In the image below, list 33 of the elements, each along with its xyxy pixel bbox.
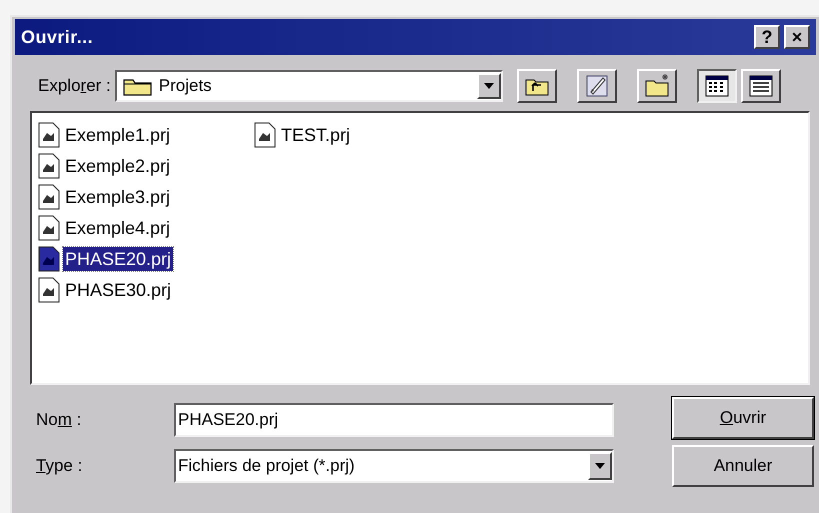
- file-type-dropdown[interactable]: Fichiers de projet (*.prj): [174, 449, 614, 483]
- file-item[interactable]: Exemple2.prj: [63, 154, 172, 178]
- file-item[interactable]: PHASE20.prj: [63, 246, 174, 270]
- file-item[interactable]: Exemple3.prj: [63, 184, 172, 208]
- look-in-dropdown[interactable]: Projets: [114, 70, 503, 102]
- file-item[interactable]: Exemple1.prj: [63, 122, 172, 146]
- file-item[interactable]: PHASE30.prj: [63, 278, 174, 302]
- up-folder-button[interactable]: [516, 69, 557, 103]
- help-button[interactable]: ?: [754, 25, 780, 49]
- new-folder-button[interactable]: [636, 69, 677, 103]
- window-title: Ouvrir...: [21, 26, 94, 48]
- file-item[interactable]: Exemple4.prj: [63, 216, 172, 240]
- document-icon: [254, 122, 276, 148]
- document-icon: [38, 276, 60, 302]
- file-name-value: PHASE20.prj: [178, 409, 280, 432]
- open-button[interactable]: Ouvrir: [672, 397, 814, 439]
- document-icon: [38, 122, 60, 148]
- file-type-label: Type :: [36, 455, 84, 478]
- look-in-value: Projets: [158, 75, 213, 98]
- file-item[interactable]: TEST.prj: [279, 122, 352, 146]
- document-icon: [38, 152, 60, 178]
- file-name-label: Nom :: [36, 409, 82, 432]
- list-view-button[interactable]: [696, 69, 737, 103]
- file-name-field[interactable]: PHASE20.prj: [174, 403, 614, 437]
- file-type-value: Fichiers de projet (*.prj): [178, 455, 356, 478]
- pen-button[interactable]: [576, 69, 617, 103]
- document-icon: [38, 246, 60, 272]
- document-icon: [38, 184, 60, 210]
- document-icon: [38, 214, 60, 240]
- details-view-button[interactable]: [740, 69, 781, 103]
- cancel-button[interactable]: Annuler: [672, 445, 814, 487]
- close-button[interactable]: ×: [784, 25, 810, 49]
- look-in-label: Explorer :: [38, 75, 111, 98]
